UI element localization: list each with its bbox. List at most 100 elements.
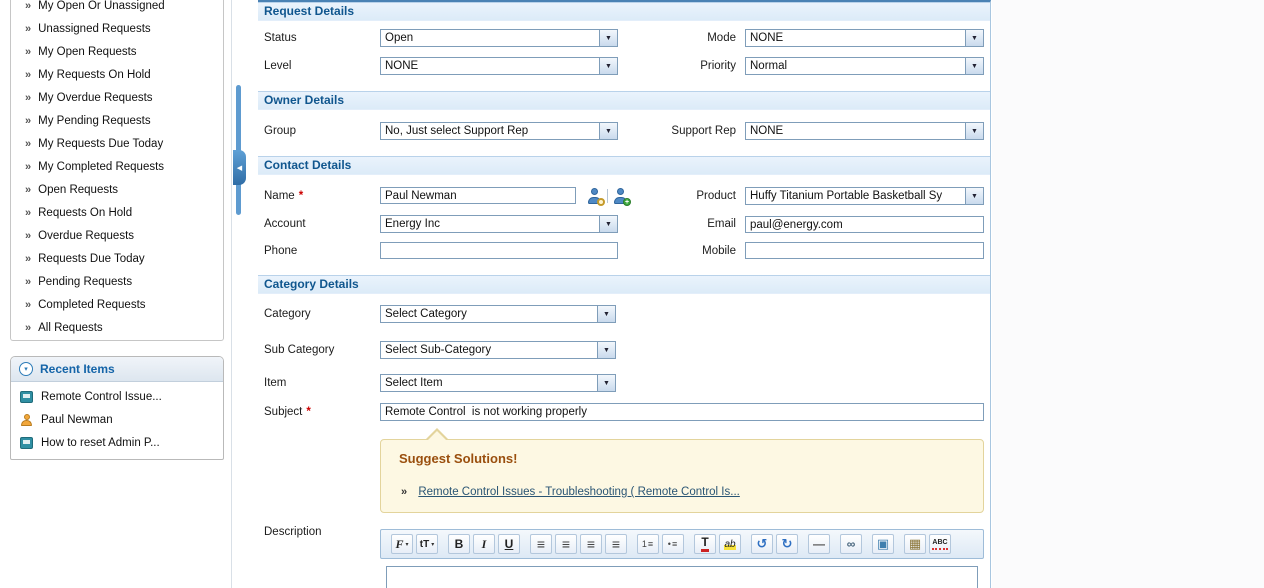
double-chevron-icon: » xyxy=(25,69,31,81)
double-chevron-icon: » xyxy=(25,46,31,58)
sidebar-item-my-completed-requests[interactable]: »My Completed Requests xyxy=(11,155,223,178)
status-select[interactable]: Open ▼ xyxy=(380,29,618,47)
table-icon[interactable]: ▦ xyxy=(904,534,926,554)
product-select-value: Huffy Titanium Portable Basketball Sy xyxy=(746,188,965,204)
collapse-sidebar-button[interactable]: ◀ xyxy=(233,150,246,185)
name-input[interactable] xyxy=(380,187,576,204)
align-justify-icon[interactable]: ≡ xyxy=(605,534,627,554)
page: »My Open Or Unassigned»Unassigned Reques… xyxy=(0,0,1264,588)
sidebar-item-completed-requests[interactable]: »Completed Requests xyxy=(11,293,223,316)
suggested-solution-link[interactable]: Remote Control Issues - Troubleshooting … xyxy=(418,486,740,498)
font-size-icon[interactable]: tT▾ xyxy=(416,534,438,554)
sidebar-item-unassigned-requests[interactable]: »Unassigned Requests xyxy=(11,17,223,40)
align-right-icon[interactable]: ≡ xyxy=(580,534,602,554)
double-chevron-icon: » xyxy=(401,486,407,498)
category-select[interactable]: Select Category ▼ xyxy=(380,305,616,323)
recent-item-label: Remote Control Issue... xyxy=(41,391,162,403)
mode-select[interactable]: NONE ▼ xyxy=(745,29,984,47)
phone-input[interactable] xyxy=(380,242,618,259)
suggested-solution-row: » Remote Control Issues - Troubleshootin… xyxy=(401,486,740,498)
sidebar-item-pending-requests[interactable]: »Pending Requests xyxy=(11,270,223,293)
highlight-icon[interactable]: ab xyxy=(719,534,741,554)
support-rep-select[interactable]: NONE ▼ xyxy=(745,122,984,140)
subject-input[interactable] xyxy=(380,403,984,421)
status-select-value: Open xyxy=(381,30,599,46)
sidebar-item-label: Pending Requests xyxy=(38,276,132,288)
status-label: Status xyxy=(264,32,297,44)
sidebar-item-my-pending-requests[interactable]: »My Pending Requests xyxy=(11,109,223,132)
group-select[interactable]: No, Just select Support Rep ▼ xyxy=(380,122,618,140)
support-rep-label: Support Rep xyxy=(638,125,736,137)
align-center-icon[interactable]: ≡ xyxy=(555,534,577,554)
priority-select[interactable]: Normal ▼ xyxy=(745,57,984,75)
recent-item-remote-control-issue[interactable]: Remote Control Issue... xyxy=(11,385,223,408)
sidebar-item-open-requests[interactable]: »Open Requests xyxy=(11,178,223,201)
sidebar-item-my-open-requests[interactable]: »My Open Requests xyxy=(11,40,223,63)
sidebar-item-requests-due-today[interactable]: »Requests Due Today xyxy=(11,247,223,270)
item-select[interactable]: Select Item ▼ xyxy=(380,374,616,392)
plus-badge: + xyxy=(623,198,631,206)
image-icon[interactable]: ▣ xyxy=(872,534,894,554)
level-select[interactable]: NONE ▼ xyxy=(380,57,618,75)
sidebar-item-all-requests[interactable]: »All Requests xyxy=(11,316,223,339)
add-contact-icon[interactable]: + xyxy=(612,188,629,204)
suggest-solutions-title: Suggest Solutions! xyxy=(399,451,517,466)
collapse-toggle-icon[interactable]: ▾ xyxy=(19,362,33,376)
underline-icon[interactable]: U xyxy=(498,534,520,554)
recent-items-header[interactable]: ▾ Recent Items xyxy=(11,357,223,382)
contact-search-icon[interactable] xyxy=(586,188,603,204)
recent-item-how-to-reset-admin-p[interactable]: How to reset Admin P... xyxy=(11,431,223,454)
dropdown-arrow-icon[interactable]: ▼ xyxy=(597,306,615,322)
mobile-input[interactable] xyxy=(745,242,984,259)
collapse-arrow-icon: ◀ xyxy=(237,164,242,172)
description-textarea[interactable] xyxy=(386,566,978,588)
mobile-label: Mobile xyxy=(638,245,736,257)
double-chevron-icon: » xyxy=(25,23,31,35)
sidebar-item-label: My Pending Requests xyxy=(38,115,151,127)
bullet-list-icon[interactable]: •≡ xyxy=(662,534,684,554)
dropdown-arrow-icon[interactable]: ▼ xyxy=(965,30,983,46)
italic-icon[interactable]: I xyxy=(473,534,495,554)
recent-item-paul-newman[interactable]: Paul Newman xyxy=(11,408,223,431)
sidebar-item-my-requests-on-hold[interactable]: »My Requests On Hold xyxy=(11,63,223,86)
font-color-icon[interactable]: T xyxy=(694,534,716,554)
dropdown-arrow-icon[interactable]: ▼ xyxy=(599,123,617,139)
sub-category-label: Sub Category xyxy=(264,344,334,356)
bold-icon[interactable]: B xyxy=(448,534,470,554)
double-chevron-icon: » xyxy=(25,230,31,242)
link-icon[interactable]: ∞ xyxy=(840,534,862,554)
dropdown-arrow-icon[interactable]: ▼ xyxy=(599,30,617,46)
account-select[interactable]: Energy Inc ▼ xyxy=(380,215,618,233)
sidebar-item-overdue-requests[interactable]: »Overdue Requests xyxy=(11,224,223,247)
numbered-list-icon[interactable]: 1≡ xyxy=(637,534,659,554)
dropdown-arrow-icon[interactable]: ▼ xyxy=(597,375,615,391)
sidebar-item-my-requests-due-today[interactable]: »My Requests Due Today xyxy=(11,132,223,155)
undo-icon[interactable]: ↺ xyxy=(751,534,773,554)
required-marker: * xyxy=(306,406,310,418)
dropdown-arrow-icon[interactable]: ▼ xyxy=(965,123,983,139)
sidebar-item-my-overdue-requests[interactable]: »My Overdue Requests xyxy=(11,86,223,109)
phone-label: Phone xyxy=(264,245,297,257)
redo-icon[interactable]: ↻ xyxy=(776,534,798,554)
solution-icon xyxy=(20,437,33,449)
callout-pointer-fill xyxy=(427,431,447,441)
recent-items-panel: ▾ Recent Items Remote Control Issue... Pa… xyxy=(10,356,224,460)
dropdown-arrow-icon[interactable]: ▼ xyxy=(599,58,617,74)
sidebar-item-label: All Requests xyxy=(38,322,103,334)
dropdown-arrow-icon[interactable]: ▼ xyxy=(965,188,983,204)
sidebar-item-my-open-or-unassigned[interactable]: »My Open Or Unassigned xyxy=(11,0,223,17)
email-input[interactable] xyxy=(745,216,984,233)
dropdown-arrow-icon[interactable]: ▼ xyxy=(597,342,615,358)
description-label: Description xyxy=(264,526,322,538)
sidebar-item-requests-on-hold[interactable]: »Requests On Hold xyxy=(11,201,223,224)
dropdown-arrow-icon[interactable]: ▼ xyxy=(599,216,617,232)
sub-category-select[interactable]: Select Sub-Category ▼ xyxy=(380,341,616,359)
required-marker: * xyxy=(299,190,303,202)
dropdown-arrow-icon[interactable]: ▼ xyxy=(965,58,983,74)
font-name-icon[interactable]: F▾ xyxy=(391,534,413,554)
level-select-value: NONE xyxy=(381,58,599,74)
product-select[interactable]: Huffy Titanium Portable Basketball Sy ▼ xyxy=(745,187,984,205)
align-left-icon[interactable]: ≡ xyxy=(530,534,552,554)
spellcheck-icon[interactable]: ABC xyxy=(929,534,951,554)
horizontal-rule-icon[interactable]: — xyxy=(808,534,830,554)
